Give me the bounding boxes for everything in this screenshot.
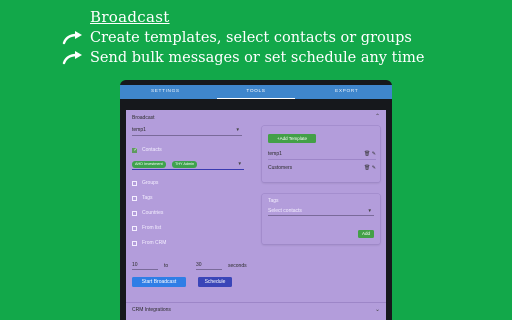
- from-list-option[interactable]: From list: [132, 225, 161, 231]
- schedule-button[interactable]: Schedule: [198, 277, 232, 287]
- hero-line-messages: Send bulk messages or set schedule any t…: [62, 50, 424, 66]
- contacts-label: Contacts: [142, 147, 162, 153]
- delay-from-input[interactable]: 10: [132, 262, 158, 270]
- contacts-checkbox[interactable]: [132, 147, 138, 153]
- dropdown-caret-icon: ▼: [235, 127, 240, 132]
- tags-checkbox[interactable]: [132, 195, 137, 201]
- curved-arrow-icon: [62, 31, 82, 45]
- tags-label: Tags: [268, 198, 279, 204]
- from-crm-option[interactable]: From CRM: [132, 240, 166, 246]
- from-list-checkbox[interactable]: [132, 225, 137, 231]
- countries-checkbox[interactable]: [132, 210, 137, 216]
- template-select[interactable]: temp1 ▼: [132, 127, 242, 136]
- groups-option[interactable]: Groups: [132, 180, 158, 186]
- hero-line-2-text: Send bulk messages or set schedule any t…: [90, 50, 425, 66]
- template-select-value: temp1: [132, 127, 146, 133]
- trash-icon[interactable]: 🗑: [364, 151, 370, 157]
- curved-arrow-icon: [62, 51, 82, 65]
- tags-card: Tags Select contacts ▼ Add: [262, 194, 380, 244]
- dropdown-caret-icon: ▼: [237, 161, 242, 166]
- tags-option[interactable]: Tags: [132, 195, 153, 201]
- dropdown-caret-icon: ▼: [367, 208, 372, 213]
- tab-tools[interactable]: TOOLS: [211, 85, 302, 99]
- tags-option-label: Tags: [142, 195, 153, 201]
- template-row-actions: 🗑 ✎: [364, 148, 376, 160]
- template-row[interactable]: Customers 🗑 ✎: [268, 162, 376, 174]
- template-name: temp1: [268, 151, 282, 157]
- template-row-actions: 🗑 ✎: [364, 162, 376, 174]
- hero-line-1-text: Create templates, select contacts or gro…: [90, 30, 412, 46]
- extension-window: SETTINGS TOOLS EXPORT Broadcast ⌃ temp1 …: [120, 80, 392, 320]
- pencil-icon[interactable]: ✎: [372, 165, 376, 171]
- crm-integrations-label: CRM Integrations: [132, 307, 171, 313]
- contacts-option[interactable]: Contacts: [132, 147, 162, 153]
- contacts-chip-field[interactable]: AHD Investment THY Admin ▼: [132, 160, 244, 170]
- template-row[interactable]: temp1 🗑 ✎: [268, 148, 376, 160]
- from-crm-checkbox[interactable]: [132, 240, 137, 246]
- tab-export[interactable]: EXPORT: [301, 85, 392, 99]
- delay-to-label: to: [164, 263, 169, 269]
- contact-chip[interactable]: AHD Investment: [132, 161, 166, 168]
- groups-label: Groups: [142, 180, 159, 186]
- select-contacts-field[interactable]: Select contacts ▼: [268, 208, 374, 216]
- hero-line-templates: Create templates, select contacts or gro…: [62, 30, 412, 46]
- broadcast-panel: Broadcast ⌃ temp1 ▼ Contacts AHD Investm…: [126, 110, 386, 320]
- broadcast-section-title: Broadcast: [132, 115, 155, 121]
- chevron-up-icon[interactable]: ⌃: [375, 113, 380, 120]
- groups-checkbox[interactable]: [132, 180, 137, 186]
- select-contacts-placeholder: Select contacts: [268, 208, 302, 214]
- countries-option[interactable]: Countries: [132, 210, 163, 216]
- chevron-down-icon[interactable]: ⌄: [375, 306, 380, 313]
- seconds-label: seconds: [228, 263, 247, 269]
- crm-integrations-section[interactable]: CRM Integrations ⌄: [126, 302, 386, 320]
- trash-icon[interactable]: 🗑: [364, 165, 370, 171]
- start-broadcast-button[interactable]: Start Broadcast: [132, 277, 186, 287]
- tab-settings[interactable]: SETTINGS: [120, 85, 211, 99]
- add-template-button[interactable]: +Add Template: [268, 134, 316, 143]
- templates-card: +Add Template temp1 🗑 ✎ Customers 🗑 ✎: [262, 126, 380, 182]
- add-tag-button[interactable]: Add: [358, 230, 374, 238]
- template-name: Customers: [268, 165, 293, 171]
- hero-title: Broadcast: [90, 8, 170, 26]
- delay-to-input[interactable]: 30: [196, 262, 222, 270]
- tab-bar: SETTINGS TOOLS EXPORT: [120, 85, 392, 99]
- from-crm-label: From CRM: [142, 240, 167, 246]
- from-list-label: From list: [142, 225, 162, 231]
- contact-chip[interactable]: THY Admin: [172, 161, 198, 168]
- countries-label: Countries: [142, 210, 164, 216]
- pencil-icon[interactable]: ✎: [372, 151, 376, 157]
